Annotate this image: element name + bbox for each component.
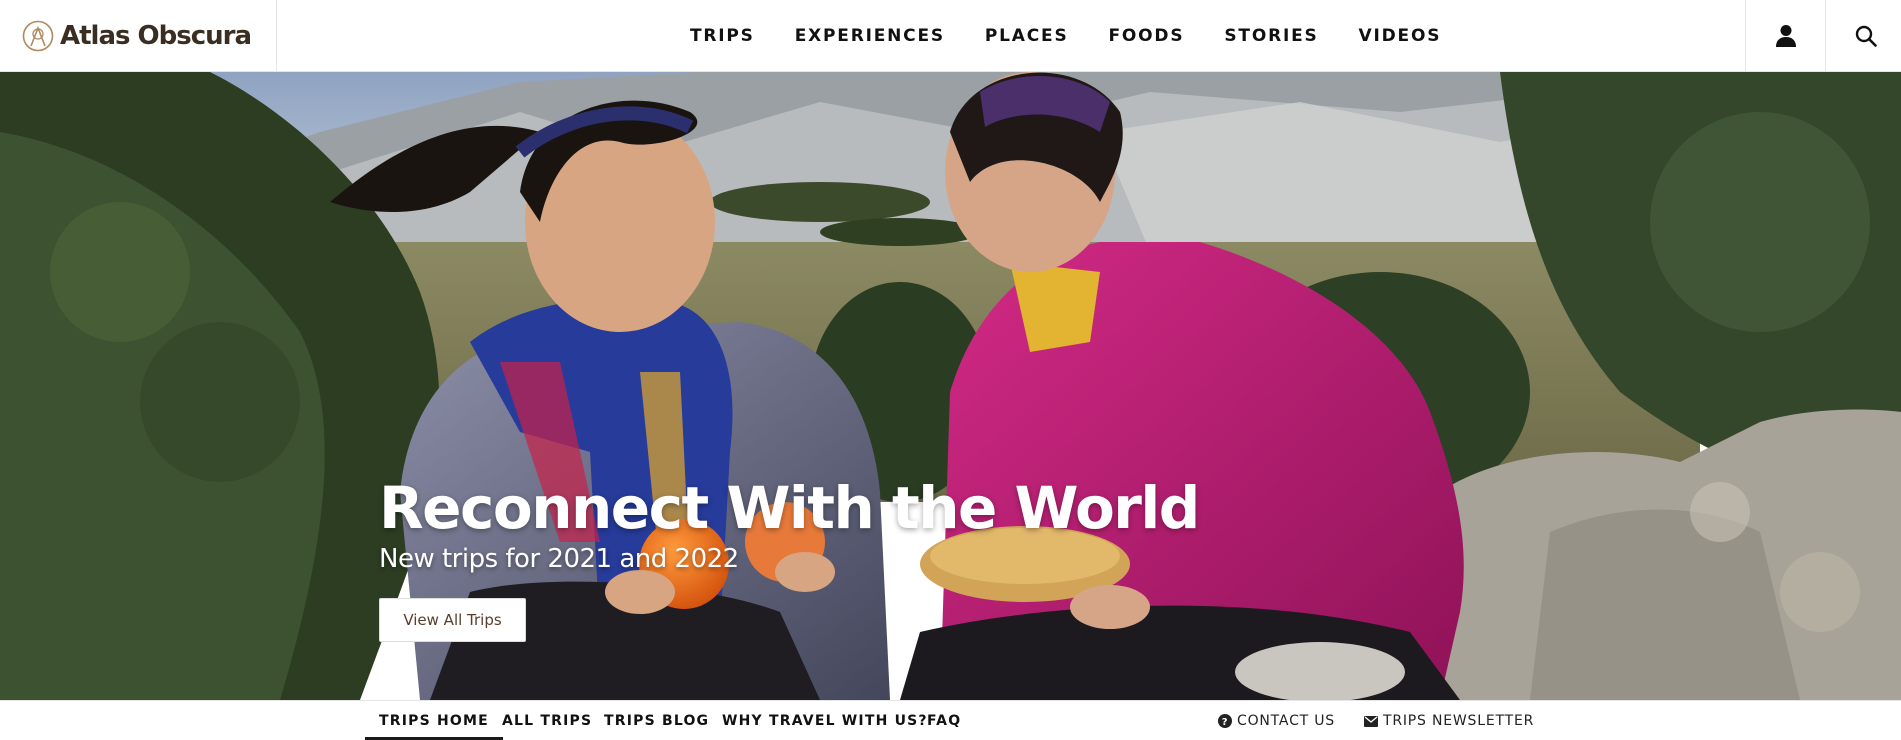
trips-subnav: TRIPS HOME ALL TRIPS TRIPS BLOG WHY TRAV… [0, 700, 1901, 740]
nav-experiences[interactable]: EXPERIENCES [795, 26, 945, 46]
question-circle-icon: ? [1218, 714, 1232, 728]
main-nav: TRIPS EXPERIENCES PLACES FOODS STORIES V… [670, 0, 1461, 72]
hero-photo [0, 72, 1901, 700]
atlas-obscura-logo[interactable]: Atlas Obscura [22, 18, 252, 54]
subnav-all-trips[interactable]: ALL TRIPS [502, 701, 592, 740]
subnav-faq[interactable]: FAQ [927, 701, 961, 740]
person-icon [1775, 25, 1796, 47]
nav-stories[interactable]: STORIES [1224, 26, 1318, 46]
contact-us-link[interactable]: ? CONTACT US [1218, 701, 1335, 740]
subnav-trips-home[interactable]: TRIPS HOME [365, 701, 503, 740]
logo-mark-icon [22, 20, 54, 52]
subnav-trips-blog[interactable]: TRIPS BLOG [604, 701, 709, 740]
trips-newsletter-label: TRIPS NEWSLETTER [1383, 713, 1535, 729]
hero-banner: Reconnect With the World New trips for 2… [0, 72, 1901, 700]
search-button[interactable] [1825, 0, 1901, 72]
subnav-why-travel[interactable]: WHY TRAVEL WITH US? [722, 701, 928, 740]
header-divider [276, 0, 277, 72]
trips-newsletter-link[interactable]: TRIPS NEWSLETTER [1364, 701, 1534, 740]
svg-text:?: ? [1222, 717, 1229, 728]
search-icon [1855, 25, 1877, 47]
contact-us-label: CONTACT US [1237, 713, 1335, 729]
site-header: Atlas Obscura TRIPS EXPERIENCES PLACES F… [0, 0, 1901, 72]
logo-text: Atlas Obscura [60, 21, 252, 51]
nav-foods[interactable]: FOODS [1109, 26, 1185, 46]
envelope-icon [1364, 715, 1378, 727]
view-all-trips-button[interactable]: View All Trips [379, 598, 526, 642]
hero-title: Reconnect With the World [379, 474, 1200, 542]
hero-subtitle: New trips for 2021 and 2022 [379, 544, 739, 574]
nav-videos[interactable]: VIDEOS [1359, 26, 1442, 46]
nav-trips[interactable]: TRIPS [690, 26, 755, 46]
account-button[interactable] [1745, 0, 1825, 72]
nav-places[interactable]: PLACES [985, 26, 1069, 46]
